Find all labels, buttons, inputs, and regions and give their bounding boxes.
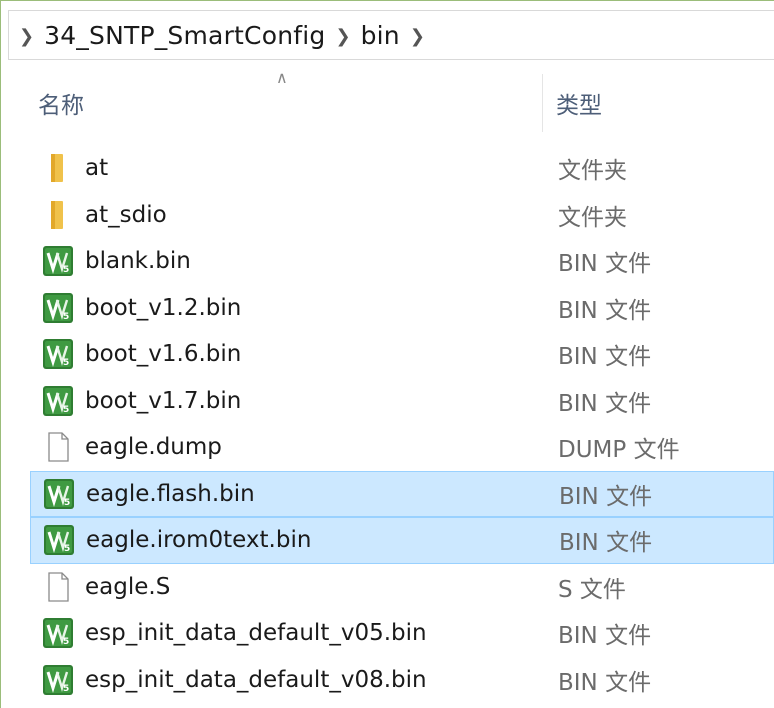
file-name: esp_init_data_default_v05.bin: [85, 620, 427, 647]
address-bar[interactable]: ❯ 34_SNTP_SmartConfig ❯ bin ❯: [8, 10, 774, 60]
breadcrumb-item-project[interactable]: 34_SNTP_SmartConfig: [44, 21, 325, 50]
bin-file-icon: 5: [44, 478, 74, 509]
bin-file-icon: 5: [43, 339, 73, 370]
chevron-right-icon[interactable]: ❯: [335, 26, 350, 47]
column-header-type[interactable]: 类型: [556, 86, 602, 120]
folder-icon: [43, 200, 73, 230]
file-name: eagle.flash.bin: [86, 480, 255, 507]
svg-text:5: 5: [63, 405, 69, 415]
file-name: eagle.irom0text.bin: [86, 527, 312, 554]
file-list: at 文件夹 at_sdio 文件夹 5 blank.bin BIN 文件 5 boot_v1.…: [30, 145, 774, 703]
file-type: DUMP 文件: [558, 437, 680, 464]
file-type: BIN 文件: [558, 669, 652, 696]
svg-text:5: 5: [64, 498, 70, 508]
svg-text:5: 5: [63, 265, 69, 275]
folder-icon: [43, 153, 73, 183]
bin-file-icon: 5: [43, 385, 73, 416]
file-name: boot_v1.2.bin: [85, 294, 242, 321]
file-name: at: [85, 155, 109, 182]
file-type: BIN 文件: [558, 390, 652, 417]
file-type: BIN 文件: [558, 251, 652, 278]
file-row[interactable]: 5 boot_v1.2.bin BIN 文件: [30, 285, 774, 332]
file-row[interactable]: 5 eagle.irom0text.bin BIN 文件: [30, 517, 774, 564]
file-type: BIN 文件: [559, 530, 653, 557]
document-icon: [43, 572, 73, 602]
file-row[interactable]: 5 boot_v1.6.bin BIN 文件: [30, 331, 774, 378]
bin-file-icon: 5: [43, 618, 73, 649]
file-row[interactable]: eagle.dump DUMP 文件: [30, 424, 774, 471]
document-icon: [43, 432, 73, 462]
svg-text:5: 5: [63, 358, 69, 368]
file-name: boot_v1.6.bin: [85, 341, 242, 368]
file-type: BIN 文件: [559, 483, 653, 510]
file-type: 文件夹: [558, 158, 627, 185]
file-row[interactable]: 5 blank.bin BIN 文件: [30, 238, 774, 285]
file-row[interactable]: at 文件夹: [30, 145, 774, 192]
file-name: eagle.S: [85, 573, 171, 600]
file-type: BIN 文件: [558, 297, 652, 324]
file-type: S 文件: [558, 576, 626, 603]
file-type: BIN 文件: [558, 344, 652, 371]
column-header-name[interactable]: 名称: [38, 86, 84, 120]
svg-text:5: 5: [63, 684, 69, 694]
file-row[interactable]: 5 boot_v1.7.bin BIN 文件: [30, 378, 774, 425]
column-divider[interactable]: [542, 74, 543, 132]
bin-file-icon: 5: [43, 246, 73, 277]
file-row[interactable]: eagle.S S 文件: [30, 564, 774, 611]
file-type: 文件夹: [558, 204, 627, 231]
svg-text:5: 5: [64, 544, 70, 554]
bin-file-icon: 5: [44, 525, 74, 556]
file-name: at_sdio: [85, 201, 167, 228]
sort-ascending-icon: ∧: [276, 68, 288, 87]
breadcrumb-item-bin[interactable]: bin: [361, 21, 400, 50]
file-name: esp_init_data_default_v08.bin: [85, 666, 427, 693]
file-row[interactable]: 5 esp_init_data_default_v05.bin BIN 文件: [30, 610, 774, 657]
file-name: boot_v1.7.bin: [85, 387, 242, 414]
chevron-right-icon[interactable]: ❯: [410, 26, 425, 47]
svg-text:5: 5: [63, 637, 69, 647]
file-name: blank.bin: [85, 248, 191, 275]
bin-file-icon: 5: [43, 664, 73, 695]
file-row[interactable]: 5 eagle.flash.bin BIN 文件: [30, 470, 774, 517]
chevron-right-icon[interactable]: ❯: [19, 26, 34, 47]
file-row[interactable]: at_sdio 文件夹: [30, 192, 774, 239]
svg-text:5: 5: [63, 312, 69, 322]
file-name: eagle.dump: [85, 434, 222, 461]
file-row[interactable]: 5 esp_init_data_default_v08.bin BIN 文件: [30, 657, 774, 704]
file-type: BIN 文件: [558, 623, 652, 650]
column-header: 名称 ∧ 类型: [8, 66, 774, 132]
bin-file-icon: 5: [43, 292, 73, 323]
